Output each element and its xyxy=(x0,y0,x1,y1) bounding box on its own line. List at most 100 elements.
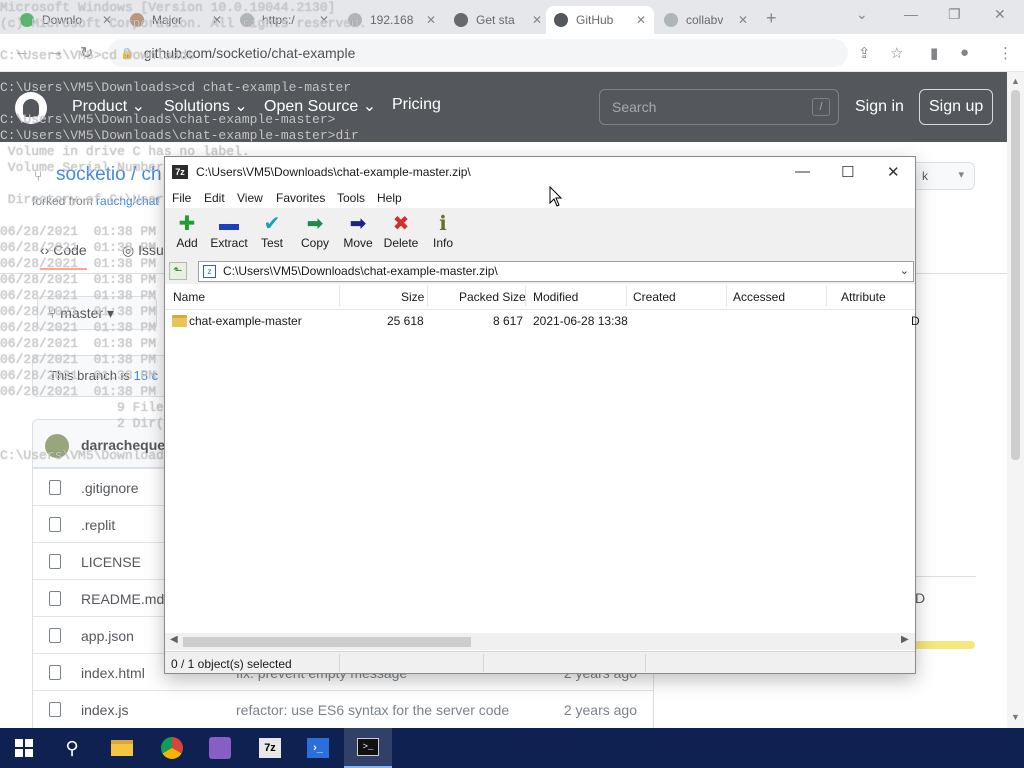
file-name[interactable]: app.json xyxy=(81,628,134,644)
forward-icon[interactable]: → xyxy=(48,43,64,61)
column-name[interactable]: Name xyxy=(173,290,205,304)
chevron-down-icon[interactable]: ▾ xyxy=(958,168,964,181)
menu-view[interactable]: View xyxy=(237,191,263,205)
powershell-button[interactable]: ›_ xyxy=(294,728,342,768)
test-button[interactable]: ✔ Test xyxy=(250,212,294,256)
column-created[interactable]: Created xyxy=(633,290,676,304)
sevenzip-button[interactable]: 7z xyxy=(246,728,294,768)
menu-kebab-icon[interactable]: ⋮ xyxy=(998,44,1013,62)
sign-up-button[interactable]: Sign up xyxy=(919,89,994,125)
delete-button[interactable]: ✖ Delete xyxy=(379,212,423,256)
extract-button[interactable]: ▬ Extract xyxy=(207,212,251,256)
menu-edit[interactable]: Edit xyxy=(204,191,225,205)
tab-code[interactable]: ‹› Code xyxy=(40,242,87,270)
address-bar[interactable]: 🔒 github.com/socketio/chat-example xyxy=(108,39,848,67)
close-icon[interactable]: ✕ xyxy=(102,13,112,27)
file-row[interactable]: index.js refactor: use ES6 syntax for th… xyxy=(33,690,653,727)
new-tab-button[interactable]: + xyxy=(766,8,777,29)
scroll-down-icon[interactable]: ▼ xyxy=(1011,712,1020,722)
column-packed-size[interactable]: Packed Size xyxy=(459,290,526,304)
start-button[interactable] xyxy=(0,728,48,768)
lock-icon[interactable]: 🔒 xyxy=(120,47,134,60)
copy-button[interactable]: ➡ Copy xyxy=(293,212,337,256)
menu-favorites[interactable]: Favorites xyxy=(276,191,325,205)
column-divider[interactable] xyxy=(427,286,428,306)
menu-file[interactable]: File xyxy=(172,191,191,205)
column-size[interactable]: Size xyxy=(401,290,424,304)
close-icon[interactable]: ✕ xyxy=(887,163,900,181)
column-attributes[interactable]: Attribute xyxy=(841,290,886,304)
browser-tab-https[interactable]: https:/ ✕ xyxy=(232,6,337,34)
archive-path-field[interactable]: z C:\Users\VM5\Downloads\chat-example-ma… xyxy=(198,261,914,282)
info-button[interactable]: ℹ Info xyxy=(421,212,465,256)
column-accessed[interactable]: Accessed xyxy=(733,290,785,304)
github-logo-icon[interactable] xyxy=(15,92,47,124)
file-name[interactable]: .gitignore xyxy=(81,480,139,496)
cmd-button[interactable]: >_ xyxy=(344,728,392,768)
scrollbar-thumb[interactable] xyxy=(1011,90,1020,460)
sign-in-link[interactable]: Sign in xyxy=(855,98,904,116)
maximize-icon[interactable]: ☐ xyxy=(841,163,854,181)
browser-tab-downloads[interactable]: Downlo ✕ xyxy=(12,6,120,34)
file-name[interactable]: index.html xyxy=(81,665,145,681)
profile-icon[interactable]: ● xyxy=(960,44,969,61)
search-button[interactable]: ⚲ xyxy=(48,728,96,768)
repo-owner-link[interactable]: socketio xyxy=(56,164,126,185)
folder-up-icon[interactable]: ⬑ xyxy=(169,262,187,280)
back-icon[interactable]: ← xyxy=(14,43,30,61)
commit-author[interactable]: darracheques xyxy=(81,437,173,453)
minimize-icon[interactable]: — xyxy=(795,163,810,180)
sevenzip-titlebar[interactable]: 7z C:\Users\VM5\Downloads\chat-example-m… xyxy=(165,157,915,188)
column-divider[interactable] xyxy=(826,286,827,306)
tab-search-icon[interactable]: ⌄ xyxy=(856,6,868,23)
restore-icon[interactable]: ❐ xyxy=(948,6,961,23)
nav-pricing[interactable]: Pricing xyxy=(392,96,441,114)
scroll-up-icon[interactable]: ▲ xyxy=(1011,76,1020,86)
branch-note-link[interactable]: 18 c xyxy=(134,368,159,383)
close-icon[interactable]: ✕ xyxy=(426,13,436,27)
branch-selector[interactable]: ⑂ master ▾ xyxy=(37,296,157,330)
nav-solutions[interactable]: Solutions ⌄ xyxy=(164,96,248,116)
browser-tab-collab[interactable]: collabv ✕ xyxy=(656,6,756,34)
file-name[interactable]: README.md xyxy=(81,591,164,607)
archive-row[interactable]: chat-example-master 25 618 8 617 2021-06… xyxy=(165,311,920,331)
menu-tools[interactable]: Tools xyxy=(337,191,365,205)
horizontal-scrollbar[interactable]: ◀ ▶ xyxy=(165,633,915,650)
scroll-right-icon[interactable]: ▶ xyxy=(901,634,909,645)
bookmark-star-icon[interactable]: ☆ xyxy=(890,44,903,62)
forked-from-link[interactable]: rauchg/chat xyxy=(96,194,159,208)
tab-issues[interactable]: ◎ Issu xyxy=(122,242,164,259)
file-name[interactable]: .replit xyxy=(81,517,115,533)
browser-tab-192[interactable]: 192.168 ✕ xyxy=(340,6,444,34)
scrollbar-thumb[interactable] xyxy=(183,637,471,647)
commit-message[interactable]: refactor: use ES6 syntax for the server … xyxy=(236,702,509,718)
nav-product[interactable]: Product ⌄ xyxy=(72,96,145,116)
browser-tab-github[interactable]: GitHub ✕ xyxy=(546,6,654,34)
close-icon[interactable]: ✕ xyxy=(319,13,329,27)
close-icon[interactable]: ✕ xyxy=(212,13,222,27)
file-explorer-button[interactable] xyxy=(98,728,146,768)
visual-studio-button[interactable] xyxy=(196,728,244,768)
minimize-icon[interactable]: — xyxy=(904,6,918,22)
menu-help[interactable]: Help xyxy=(377,191,402,205)
close-window-icon[interactable]: ✕ xyxy=(994,6,1006,23)
nav-open-source[interactable]: Open Source ⌄ xyxy=(264,96,376,116)
share-icon[interactable]: ⇪ xyxy=(858,44,871,62)
browser-tab-get-started[interactable]: Get sta ✕ xyxy=(446,6,550,34)
scroll-left-icon[interactable]: ◀ xyxy=(170,634,178,645)
close-icon[interactable]: ✕ xyxy=(532,13,542,27)
github-search-input[interactable]: Search / xyxy=(599,89,839,125)
chrome-button[interactable] xyxy=(148,728,196,768)
browser-tab-major[interactable]: Major ✕ xyxy=(122,6,230,34)
column-modified[interactable]: Modified xyxy=(533,290,578,304)
column-divider[interactable] xyxy=(726,286,727,306)
entry-name[interactable]: chat-example-master xyxy=(189,314,302,328)
reload-icon[interactable]: ↻ xyxy=(80,43,93,63)
column-divider[interactable] xyxy=(525,286,526,306)
repo-name-link[interactable]: ch xyxy=(142,164,162,185)
column-divider[interactable] xyxy=(626,286,627,306)
side-panel-icon[interactable]: ▮ xyxy=(930,44,938,62)
close-icon[interactable]: ✕ xyxy=(636,13,646,27)
avatar[interactable] xyxy=(45,434,69,458)
file-name[interactable]: index.js xyxy=(81,702,128,718)
